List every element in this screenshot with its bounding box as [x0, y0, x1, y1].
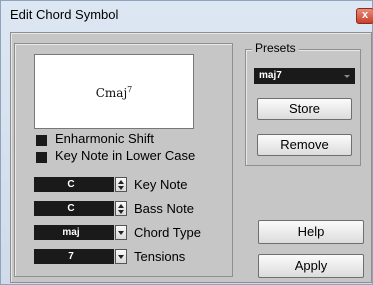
chord-type-dropdown-button[interactable]: [115, 225, 127, 240]
store-button[interactable]: Store: [257, 98, 352, 120]
spinner-down-icon[interactable]: [118, 210, 124, 214]
chord-type-field[interactable]: maj: [34, 225, 114, 240]
enharmonic-shift-label: Enharmonic Shift: [55, 131, 154, 146]
chevron-down-icon: [118, 255, 124, 259]
chord-preview-text: Cmaj7: [35, 85, 193, 100]
title-bar[interactable]: Edit Chord Symbol x: [1, 1, 373, 31]
chord-preview-base: Cmaj: [95, 86, 128, 100]
close-icon: x: [361, 9, 369, 21]
chord-preview-superscript: 7: [127, 85, 133, 94]
bass-note-spinner[interactable]: [115, 201, 127, 216]
key-note-field[interactable]: C: [34, 177, 114, 192]
preset-select[interactable]: maj7: [254, 68, 355, 84]
key-note-lower-case-label: Key Note in Lower Case: [55, 148, 196, 163]
edit-chord-symbol-window: Edit Chord Symbol x Cmaj7 Enharmonic Shi…: [0, 0, 373, 285]
chevron-down-icon: [118, 231, 124, 235]
spinner-down-icon[interactable]: [118, 186, 124, 190]
spinner-up-icon[interactable]: [118, 204, 124, 208]
chord-preview: Cmaj7: [34, 54, 194, 129]
spinner-up-icon[interactable]: [118, 180, 124, 184]
bass-note-label: Bass Note: [134, 201, 194, 216]
chevron-down-icon: [344, 75, 350, 78]
tensions-field[interactable]: 7: [34, 249, 114, 264]
preset-selected-value: maj7: [259, 70, 282, 81]
tensions-dropdown-button[interactable]: [115, 249, 127, 264]
close-button[interactable]: x: [356, 8, 373, 24]
apply-button[interactable]: Apply: [258, 254, 364, 278]
remove-button[interactable]: Remove: [257, 134, 352, 156]
enharmonic-shift-checkbox[interactable]: [36, 135, 47, 146]
bass-note-field[interactable]: C: [34, 201, 114, 216]
window-title: Edit Chord Symbol: [10, 7, 119, 22]
key-note-label: Key Note: [134, 177, 188, 192]
tensions-label: Tensions: [134, 249, 186, 264]
key-note-lower-case-checkbox[interactable]: [36, 152, 47, 163]
presets-group-label: Presets: [252, 41, 299, 55]
chord-type-label: Chord Type: [134, 225, 201, 240]
key-note-spinner[interactable]: [115, 177, 127, 192]
help-button[interactable]: Help: [258, 220, 364, 244]
